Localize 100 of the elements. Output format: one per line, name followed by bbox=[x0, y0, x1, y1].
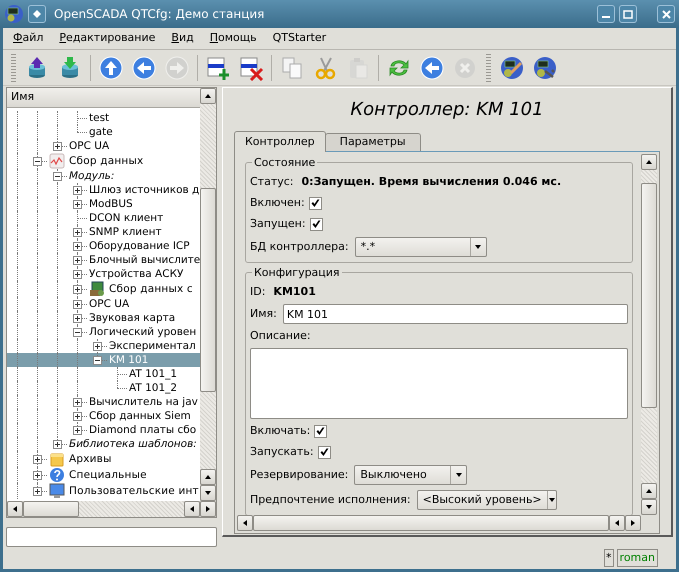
caret-icon bbox=[454, 471, 463, 479]
expand-button[interactable] bbox=[93, 342, 102, 351]
expand-button[interactable] bbox=[53, 142, 62, 151]
tree-item[interactable]: Экспериментал bbox=[109, 340, 196, 352]
tree-item[interactable]: Звуковая карта bbox=[89, 312, 176, 324]
tree-item[interactable]: Логический уровен bbox=[89, 326, 196, 338]
tree-item[interactable]: Специальные bbox=[69, 470, 147, 480]
plus-icon bbox=[74, 427, 81, 434]
description-field[interactable] bbox=[250, 348, 628, 418]
tree-item[interactable]: AT 101_2 bbox=[129, 382, 178, 394]
tree-item[interactable]: ModBUS bbox=[89, 198, 133, 210]
scroll-down-button[interactable] bbox=[200, 485, 216, 501]
expand-button[interactable] bbox=[73, 200, 82, 209]
tree-item[interactable]: SNMP клиент bbox=[89, 226, 162, 238]
scroll-up-button[interactable] bbox=[200, 469, 216, 485]
scroll-up-button[interactable] bbox=[200, 88, 216, 104]
scroll-left-button[interactable] bbox=[609, 515, 625, 531]
scroll-left-button[interactable] bbox=[7, 501, 23, 517]
tree-item[interactable]: Diamond платы сбо bbox=[89, 424, 196, 436]
scrollbar-thumb[interactable] bbox=[23, 501, 80, 517]
close-button[interactable] bbox=[657, 5, 675, 23]
field-label: Описание: bbox=[250, 328, 312, 344]
tree-item[interactable]: OPC UA bbox=[69, 140, 110, 152]
right-arrow-icon bbox=[204, 505, 212, 513]
minus-icon bbox=[94, 357, 101, 364]
dropdown[interactable]: *.* bbox=[354, 237, 487, 257]
tree-item[interactable]: DCON клиент bbox=[89, 212, 164, 224]
expand-button[interactable] bbox=[73, 285, 82, 294]
tree-item[interactable]: Пользовательские инт bbox=[69, 486, 199, 496]
tree-item[interactable]: Архивы bbox=[69, 454, 112, 464]
collapse-button[interactable] bbox=[53, 172, 62, 181]
monitor-icon bbox=[49, 483, 65, 499]
scrollbar-thumb[interactable] bbox=[253, 515, 609, 531]
window-menu-button[interactable] bbox=[28, 5, 46, 23]
tree-item[interactable]: OPC UA bbox=[89, 298, 130, 310]
scroll-down-button[interactable] bbox=[641, 499, 657, 515]
tree-item[interactable]: Оборудование ICP bbox=[89, 240, 190, 252]
maximize-button[interactable] bbox=[619, 5, 637, 23]
tree-item[interactable]: test bbox=[89, 112, 110, 124]
scrollbar-thumb[interactable] bbox=[641, 182, 657, 408]
dropdown[interactable]: Выключено bbox=[354, 465, 468, 485]
expand-button[interactable] bbox=[73, 412, 82, 421]
expand-button[interactable] bbox=[73, 300, 82, 309]
checkbox[interactable] bbox=[314, 424, 328, 438]
up-arrow-icon bbox=[204, 473, 212, 481]
up-arrow-icon bbox=[645, 487, 653, 495]
tree-item[interactable]: Шлюз источников д bbox=[89, 184, 200, 196]
column-header[interactable]: Имя bbox=[7, 88, 200, 108]
field-label: Запущен: bbox=[250, 216, 306, 232]
tab[interactable]: Контроллер bbox=[234, 131, 326, 152]
collapse-button[interactable] bbox=[93, 356, 102, 365]
dropdown[interactable]: <Высокий уровень> bbox=[416, 490, 557, 510]
scroll-left-button[interactable] bbox=[237, 515, 253, 531]
tree-item[interactable]: Сбор данных Siem bbox=[89, 410, 191, 422]
collapse-button[interactable] bbox=[33, 157, 42, 166]
scrollbar-thumb[interactable] bbox=[200, 188, 216, 392]
tree-item[interactable]: Вычислитель на jav bbox=[89, 396, 198, 408]
checkbox[interactable] bbox=[308, 196, 322, 210]
expand-button[interactable] bbox=[73, 314, 82, 323]
scroll-right-button[interactable] bbox=[625, 515, 641, 531]
expand-button[interactable] bbox=[33, 455, 42, 464]
expand-button[interactable] bbox=[73, 426, 82, 435]
tree-item[interactable]: Блочный вычислите bbox=[89, 254, 200, 266]
plus-icon bbox=[74, 399, 81, 406]
tree-item[interactable]: Библиотека шаблонов: bbox=[69, 438, 197, 450]
down-arrow-icon bbox=[645, 503, 653, 511]
menu-item[interactable]: Файл bbox=[7, 30, 50, 47]
expand-button[interactable] bbox=[73, 242, 82, 251]
expand-button[interactable] bbox=[33, 487, 42, 496]
field-label: Включать: bbox=[250, 422, 310, 439]
right-arrow-icon bbox=[629, 519, 637, 527]
checkbox[interactable] bbox=[318, 446, 331, 458]
tree-item[interactable]: Сбор данных bbox=[69, 156, 144, 166]
scroll-left-button[interactable] bbox=[184, 501, 200, 517]
expand-button[interactable] bbox=[33, 471, 42, 480]
tree-item[interactable]: Устройства АСКУ bbox=[89, 268, 184, 280]
expand-button[interactable] bbox=[73, 256, 82, 265]
checkbox[interactable] bbox=[310, 218, 323, 230]
scroll-right-button[interactable] bbox=[200, 501, 216, 517]
scroll-up-button[interactable] bbox=[641, 483, 657, 499]
text-field[interactable] bbox=[6, 527, 217, 547]
text-field[interactable]: KM 101 bbox=[282, 304, 628, 324]
scroll-up-button[interactable] bbox=[641, 154, 657, 170]
plus-icon bbox=[54, 143, 61, 150]
minimize-button[interactable] bbox=[597, 5, 615, 23]
expand-button[interactable] bbox=[73, 398, 82, 407]
expand-button[interactable] bbox=[73, 228, 82, 237]
tab[interactable]: Параметры bbox=[324, 133, 421, 151]
menu-item[interactable]: Помощь bbox=[204, 30, 263, 47]
tree-item[interactable]: Модуль: bbox=[69, 170, 114, 182]
expand-button[interactable] bbox=[73, 270, 82, 279]
menu-item[interactable]: QTStarter bbox=[266, 30, 332, 47]
menu-item[interactable]: Вид bbox=[165, 30, 200, 47]
menu-item[interactable]: Редактирование bbox=[53, 30, 162, 47]
tree-item[interactable]: Сбор данных с bbox=[109, 284, 193, 294]
expand-button[interactable] bbox=[73, 186, 82, 195]
collapse-button[interactable] bbox=[73, 328, 82, 337]
tree-item[interactable]: gate bbox=[89, 126, 113, 138]
tree-item[interactable]: AT 101_1 bbox=[129, 368, 178, 380]
expand-button[interactable] bbox=[53, 440, 62, 449]
